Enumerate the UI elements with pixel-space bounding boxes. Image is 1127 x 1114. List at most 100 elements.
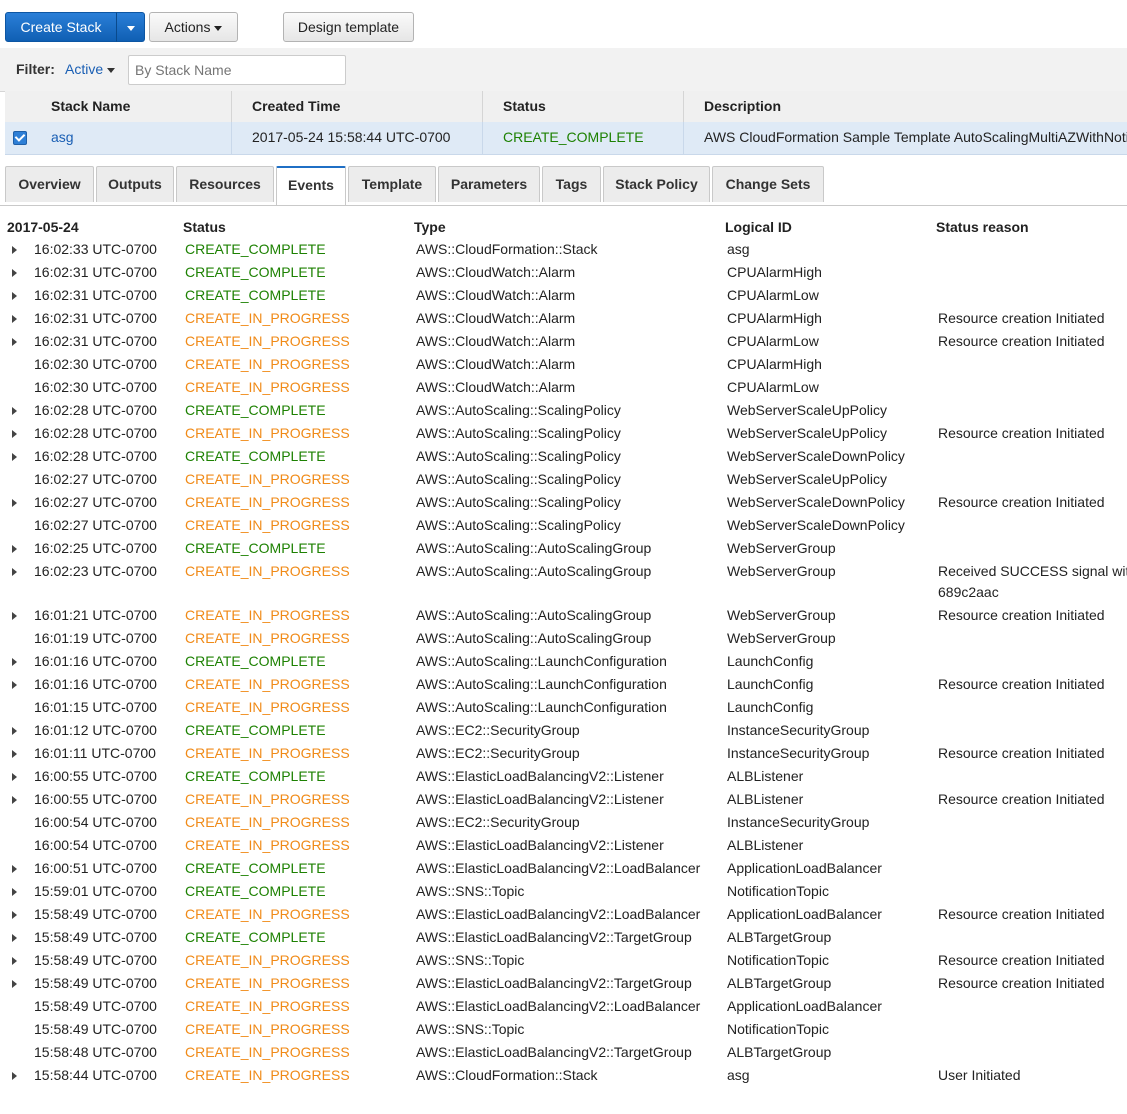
event-type: AWS::ElasticLoadBalancingV2::Listener [416, 837, 664, 853]
event-type: AWS::EC2::SecurityGroup [416, 814, 580, 830]
event-row[interactable]: 16:02:27 UTC-0700 CREATE_IN_PROGRESS AWS::… [0, 491, 1127, 514]
event-row[interactable]: 15:58:44 UTC-0700 CREATE_IN_PROGRESS AWS::… [0, 1064, 1127, 1087]
event-time: 16:01:12 UTC-0700 [34, 722, 157, 738]
event-type: AWS::CloudWatch::Alarm [416, 310, 576, 326]
event-row[interactable]: 16:01:12 UTC-0700 CREATE_COMPLETE AWS::EC2… [0, 719, 1127, 742]
event-row[interactable]: 16:02:31 UTC-0700 CREATE_IN_PROGRESS AWS::… [0, 307, 1127, 330]
event-status: CREATE_COMPLETE [185, 264, 326, 280]
event-logical-id: asg [727, 241, 750, 257]
event-type: AWS::EC2::SecurityGroup [416, 722, 580, 738]
expand-triangle-icon[interactable] [12, 911, 17, 919]
event-row[interactable]: 16:00:51 UTC-0700 CREATE_COMPLETE AWS::Ela… [0, 857, 1127, 880]
event-row[interactable]: 15:58:49 UTC-0700 CREATE_IN_PROGRESS AWS::… [0, 949, 1127, 972]
event-row[interactable]: 16:01:16 UTC-0700 CREATE_COMPLETE AWS::Aut… [0, 650, 1127, 673]
expand-triangle-icon[interactable] [12, 499, 17, 507]
event-time: 16:01:16 UTC-0700 [34, 676, 157, 692]
event-status: CREATE_IN_PROGRESS [185, 837, 350, 853]
expand-triangle-icon[interactable] [12, 750, 17, 758]
event-type: AWS::CloudWatch::Alarm [416, 287, 576, 303]
event-logical-id: WebServerGroup [727, 563, 836, 579]
expand-triangle-icon[interactable] [12, 292, 17, 300]
event-type: AWS::CloudFormation::Stack [416, 1067, 598, 1083]
expand-triangle-icon[interactable] [12, 658, 17, 666]
event-row[interactable]: 15:58:49 UTC-0700 CREATE_IN_PROGRESS AWS::… [0, 903, 1127, 926]
event-row[interactable]: 15:59:01 UTC-0700 CREATE_COMPLETE AWS::SNS… [0, 880, 1127, 903]
expand-triangle-icon[interactable] [12, 773, 17, 781]
expand-triangle-icon[interactable] [12, 980, 17, 988]
expand-triangle-icon[interactable] [12, 888, 17, 896]
event-row[interactable]: 16:02:25 UTC-0700 CREATE_COMPLETE AWS::Aut… [0, 537, 1127, 560]
event-row[interactable]: 16:02:33 UTC-0700 CREATE_COMPLETE AWS::Clo… [0, 238, 1127, 261]
event-row[interactable]: 16:02:23 UTC-0700 CREATE_IN_PROGRESS AWS::… [0, 560, 1127, 600]
event-row[interactable]: 16:01:11 UTC-0700 CREATE_IN_PROGRESS AWS::… [0, 742, 1127, 765]
expand-triangle-icon[interactable] [12, 934, 17, 942]
event-logical-id: WebServerGroup [727, 607, 836, 623]
event-time: 16:01:16 UTC-0700 [34, 653, 157, 669]
expand-triangle-icon[interactable] [12, 269, 17, 277]
event-time: 16:00:51 UTC-0700 [34, 860, 157, 876]
event-row[interactable]: 16:01:21 UTC-0700 CREATE_IN_PROGRESS AWS::… [0, 604, 1127, 627]
event-status-reason: Resource creation Initiated [938, 975, 1105, 991]
expand-triangle-icon[interactable] [12, 568, 17, 576]
event-status: CREATE_IN_PROGRESS [185, 975, 350, 991]
event-row[interactable]: 15:58:49 UTC-0700 CREATE_IN_PROGRESS AWS::… [0, 972, 1127, 995]
event-status-reason: Resource creation Initiated [938, 333, 1105, 349]
event-row[interactable]: 16:02:31 UTC-0700 CREATE_IN_PROGRESS AWS::… [0, 330, 1127, 353]
event-logical-id: ApplicationLoadBalancer [727, 860, 882, 876]
event-time: 15:58:44 UTC-0700 [34, 1067, 157, 1083]
expand-triangle-icon[interactable] [12, 681, 17, 689]
event-logical-id: ApplicationLoadBalancer [727, 906, 882, 922]
event-status: CREATE_IN_PROGRESS [185, 699, 350, 715]
event-logical-id: WebServerGroup [727, 540, 836, 556]
event-time: 16:02:30 UTC-0700 [34, 379, 157, 395]
event-status: CREATE_IN_PROGRESS [185, 471, 350, 487]
event-logical-id: CPUAlarmHigh [727, 356, 822, 372]
event-row: 16:02:30 UTC-0700 CREATE_IN_PROGRESS AWS::… [0, 353, 1127, 376]
event-logical-id: ApplicationLoadBalancer [727, 998, 882, 1014]
event-time: 16:02:28 UTC-0700 [34, 425, 157, 441]
expand-triangle-icon[interactable] [12, 612, 17, 620]
event-row[interactable]: 16:01:16 UTC-0700 CREATE_IN_PROGRESS AWS::… [0, 673, 1127, 696]
expand-triangle-icon[interactable] [12, 796, 17, 804]
expand-triangle-icon[interactable] [12, 865, 17, 873]
event-type: AWS::AutoScaling::LaunchConfiguration [416, 699, 667, 715]
expand-triangle-icon[interactable] [12, 430, 17, 438]
event-row[interactable]: 15:58:49 UTC-0700 CREATE_COMPLETE AWS::Ela… [0, 926, 1127, 949]
event-type: AWS::ElasticLoadBalancingV2::TargetGroup [416, 975, 692, 991]
event-type: AWS::AutoScaling::AutoScalingGroup [416, 563, 652, 579]
event-time: 15:58:49 UTC-0700 [34, 929, 157, 945]
event-row[interactable]: 16:02:28 UTC-0700 CREATE_IN_PROGRESS AWS::… [0, 422, 1127, 445]
event-row[interactable]: 16:02:31 UTC-0700 CREATE_COMPLETE AWS::Clo… [0, 284, 1127, 307]
event-status: CREATE_COMPLETE [185, 540, 326, 556]
event-time: 16:00:55 UTC-0700 [34, 768, 157, 784]
event-status: CREATE_COMPLETE [185, 402, 326, 418]
expand-triangle-icon[interactable] [12, 453, 17, 461]
event-status: CREATE_IN_PROGRESS [185, 607, 350, 623]
event-logical-id: CPUAlarmLow [727, 287, 819, 303]
expand-triangle-icon[interactable] [12, 315, 17, 323]
event-time: 16:02:31 UTC-0700 [34, 310, 157, 326]
event-time: 16:02:33 UTC-0700 [34, 241, 157, 257]
event-logical-id: InstanceSecurityGroup [727, 722, 870, 738]
expand-triangle-icon[interactable] [12, 407, 17, 415]
event-row[interactable]: 16:02:28 UTC-0700 CREATE_COMPLETE AWS::Aut… [0, 399, 1127, 422]
event-status-reason-continued: 689c2aac [938, 584, 999, 600]
expand-triangle-icon[interactable] [12, 246, 17, 254]
expand-triangle-icon[interactable] [12, 545, 17, 553]
event-status-reason: Resource creation Initiated [938, 745, 1105, 761]
event-logical-id: CPUAlarmHigh [727, 310, 822, 326]
expand-triangle-icon[interactable] [12, 1072, 17, 1080]
event-row[interactable]: 16:00:55 UTC-0700 CREATE_IN_PROGRESS AWS::… [0, 788, 1127, 811]
expand-triangle-icon[interactable] [12, 727, 17, 735]
expand-triangle-icon[interactable] [12, 957, 17, 965]
event-row[interactable]: 16:00:55 UTC-0700 CREATE_COMPLETE AWS::Ela… [0, 765, 1127, 788]
event-status: CREATE_IN_PROGRESS [185, 517, 350, 533]
event-status: CREATE_IN_PROGRESS [185, 676, 350, 692]
event-row: 15:58:48 UTC-0700 CREATE_IN_PROGRESS AWS::… [0, 1041, 1127, 1064]
event-row[interactable]: 16:02:28 UTC-0700 CREATE_COMPLETE AWS::Aut… [0, 445, 1127, 468]
event-time: 15:58:48 UTC-0700 [34, 1044, 157, 1060]
event-type: AWS::AutoScaling::AutoScalingGroup [416, 540, 652, 556]
expand-triangle-icon[interactable] [12, 338, 17, 346]
event-type: AWS::AutoScaling::AutoScalingGroup [416, 607, 652, 623]
event-row[interactable]: 16:02:31 UTC-0700 CREATE_COMPLETE AWS::Clo… [0, 261, 1127, 284]
